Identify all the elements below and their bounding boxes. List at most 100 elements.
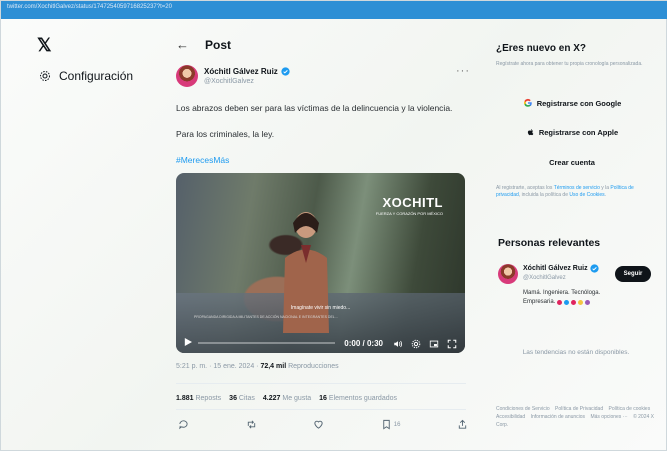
reposts-count: 1.881 — [176, 395, 194, 402]
relevant-person-name[interactable]: Xóchitl Gálvez Ruiz — [523, 264, 599, 273]
heart-icon — [314, 420, 323, 429]
video-fineprint: PROPAGANDA DIRIGIDA A MILITANTES DE ACCI… — [194, 315, 338, 319]
page: twitter.com/XochitlGalvez/status/1747254… — [0, 0, 667, 451]
create-account-label: Crear cuenta — [549, 157, 595, 167]
picture-in-picture-icon[interactable] — [429, 339, 439, 349]
quotes-count: 36 — [229, 395, 237, 402]
author-name-text: Xóchitl Gálvez Ruiz — [204, 67, 278, 76]
footer-privacy-link[interactable]: Política de Privacidad — [555, 406, 603, 412]
avatar[interactable] — [498, 264, 518, 284]
relevant-person-name-text: Xóchitl Gálvez Ruiz — [523, 265, 588, 272]
quotes-stat[interactable]: 36 Citas — [229, 395, 255, 402]
likes-stat[interactable]: 4.227 Me gusta — [263, 395, 311, 402]
post-stats: 1.881 Reposts 36 Citas 4.227 Me gusta 16… — [176, 395, 397, 402]
video-person-figure — [283, 212, 329, 333]
heart-emoji-icon — [585, 299, 591, 305]
new-to-x-title: ¿Eres nuevo en X? — [496, 43, 587, 54]
likes-label: Me gusta — [282, 395, 312, 402]
volume-icon[interactable] — [393, 339, 403, 349]
terms-text: , incluida la política de — [518, 191, 570, 198]
new-to-x-subtitle: Regístrate ahora para obtener tu propia … — [496, 61, 643, 67]
video-control-icons — [393, 339, 457, 349]
more-options-icon[interactable]: ··· — [456, 65, 470, 77]
trends-unavailable-text: Las tendencias no están disponibles. — [522, 349, 630, 356]
author-handle[interactable]: @XochitlGalvez — [204, 78, 254, 85]
follow-button[interactable]: Seguir — [615, 266, 651, 282]
fullscreen-icon[interactable] — [447, 339, 457, 349]
author-row: Xóchitl Gálvez Ruiz @XochitlGalvez ··· — [176, 65, 469, 93]
footer-more-link[interactable]: Más opciones ··· — [590, 414, 627, 420]
post-meta: 5:21 p. m. · 15 ene. 2024 · 72,4 mil Rep… — [176, 363, 339, 370]
footer-cookies-link[interactable]: Política de cookies — [609, 406, 651, 412]
bookmarks-count: 16 — [319, 395, 327, 402]
footer-terms-link[interactable]: Condiciones de Servicio — [496, 406, 550, 412]
x-logo-icon[interactable]: 𝕏 — [37, 35, 52, 56]
terms-text: Al registrarte, aceptas los — [496, 185, 554, 191]
terms-text: . — [604, 191, 607, 198]
back-arrow-icon[interactable]: ← — [176, 37, 189, 52]
tweet-text-line: Los abrazos deben ser para las víctimas … — [176, 103, 453, 113]
share-icon — [458, 419, 467, 429]
post-actions: 16 — [178, 419, 468, 430]
reply-button[interactable] — [178, 419, 189, 430]
footer-accessibility-link[interactable]: Accesibilidad — [496, 414, 525, 420]
share-button[interactable] — [457, 419, 468, 430]
play-icon[interactable] — [184, 338, 192, 346]
author-name[interactable]: Xóchitl Gálvez Ruiz — [204, 67, 290, 76]
post-column: ← Post Xóchitl Gálvez Ruiz @XochitlGalve… — [164, 27, 481, 451]
bookmark-button[interactable]: 16 — [381, 419, 401, 430]
apple-signup-button[interactable]: Registrarse con Apple — [496, 122, 648, 142]
gear-icon — [40, 71, 50, 81]
footer-ads-link[interactable]: Información de anuncios — [531, 414, 585, 420]
right-sidebar: ¿Eres nuevo en X? Regístrate ahora para … — [488, 27, 658, 451]
create-account-button[interactable]: Crear cuenta — [496, 152, 648, 172]
relevant-person-bio: Empresaria. — [523, 299, 591, 305]
divider — [176, 383, 466, 384]
video-player[interactable]: XOCHITL FUERZA Y CORAZÓN POR MÉXICO Imag… — [176, 173, 465, 353]
footer-links: Condiciones de Servicio Política de Priv… — [496, 405, 656, 429]
bookmarks-stat[interactable]: 16 Elementos guardados — [319, 395, 397, 402]
tweet-text-line: Para los criminales, la ley. — [176, 129, 275, 139]
bookmark-count: 16 — [393, 421, 401, 428]
bookmark-icon — [383, 419, 390, 430]
google-signup-button[interactable]: Registrarse con Google — [496, 93, 648, 113]
relevant-person-handle[interactable]: @XochitlGalvez — [523, 275, 566, 281]
reply-icon — [179, 420, 188, 430]
repost-button[interactable] — [246, 419, 257, 430]
verified-badge-icon — [589, 264, 599, 273]
avatar[interactable] — [176, 65, 198, 87]
brand-logo: XOCHITL — [382, 195, 443, 210]
heart-emoji-icon — [571, 299, 577, 305]
quotes-label: Citas — [238, 395, 255, 402]
reposts-label: Reposts — [195, 395, 222, 402]
cookies-link[interactable]: Uso de Cookies — [569, 192, 604, 198]
video-time: 0:00 / 0:30 — [344, 339, 383, 348]
google-icon — [523, 98, 532, 107]
page-title: Post — [205, 37, 232, 52]
like-button[interactable] — [313, 419, 324, 430]
likes-count: 4.227 — [262, 395, 281, 402]
browser-url-bar: twitter.com/XochitlGalvez/status/1747254… — [1, 1, 667, 19]
post-timestamp[interactable]: 5:21 p. m. · 15 ene. 2024 · — [176, 363, 260, 370]
reposts-stat[interactable]: 1.881 Reposts — [176, 395, 221, 402]
google-signup-label: Registrarse con Google — [536, 98, 622, 108]
heart-emoji-icon — [578, 299, 584, 305]
settings-icon[interactable] — [411, 339, 421, 349]
hashtag-link[interactable]: #MerecesMás — [176, 155, 229, 165]
post-header: ← Post — [176, 37, 231, 52]
bookmarks-label: Elementos guardados — [328, 395, 398, 402]
apple-signup-label: Registrarse con Apple — [538, 127, 619, 137]
signup-terms: Al registrarte, aceptas los Términos de … — [496, 185, 656, 198]
divider — [176, 409, 466, 410]
verified-badge-icon — [281, 67, 290, 76]
relevant-people-title: Personas relevantes — [498, 237, 601, 249]
repost-icon — [247, 420, 255, 429]
nav-settings-link[interactable]: Configuración — [39, 69, 133, 83]
heart-emoji-icon — [557, 299, 563, 305]
views-label: Reproducciones — [288, 363, 339, 370]
relevant-person-bio-text: Empresaria. — [523, 299, 556, 305]
views-count: 72,4 mil — [260, 363, 287, 370]
terms-text: y la — [599, 185, 611, 191]
heart-emoji-icon — [564, 299, 570, 305]
terms-of-service-link[interactable]: Términos de servicio — [554, 185, 600, 191]
